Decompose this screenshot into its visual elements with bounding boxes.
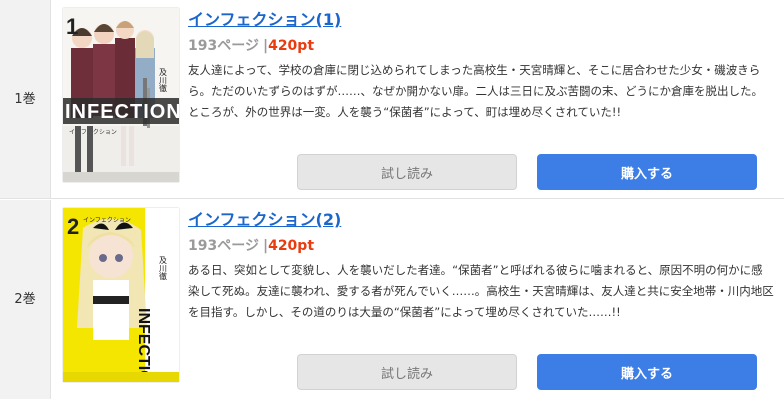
volume-label: 1巻 [14,92,36,107]
cover-author: 及川徹 [159,68,168,93]
title-link[interactable]: インフェクション(1) [188,6,341,30]
page-count: 193ページ [188,38,259,54]
cover-series-title-jp: インフェクション [83,217,131,224]
trial-read-button[interactable]: 試し読み [297,354,517,390]
price: 420pt [268,238,315,254]
cover-volume-number: 2 [67,214,79,239]
page-count: 193ページ [188,238,259,254]
trial-read-button[interactable]: 試し読み [297,154,517,190]
volume-row: 1巻 INFECTION 1 及川徹 インフェクション(1) 193ページ |4… [0,0,784,199]
cover-series-title: INFECTION [65,101,179,123]
description: ある日、突如として変貌し、人を襲いだした者達。“保菌者”と呼ばれる彼らに噛まれる… [188,263,774,319]
cover-image[interactable]: INFECTION インフェクション 1 及川徹 [63,8,179,182]
volume-label: 2巻 [14,292,36,307]
cover-series-title: INFECTION [135,308,152,382]
buy-button[interactable]: 購入する [537,154,757,190]
price: 420pt [268,38,315,54]
volume-list: 1巻 INFECTION 1 及川徹 インフェクション(1) 193ページ |4… [0,0,784,401]
cover-author: 及川徹 [159,256,168,281]
title-link[interactable]: インフェクション(2) [188,206,341,230]
cover-image[interactable]: INFECTION 2 インフェクション 及川徹 [63,208,179,382]
volume-row: 2巻 INFECTION 2 インフェクション 及川徹 インフェクション(2) … [0,200,784,399]
volume-column: 1巻 [0,0,51,198]
volume-column: 2巻 [0,200,51,399]
meta-info: 193ページ |420pt [188,35,314,55]
description: 友人達によって、学校の倉庫に閉じ込められてしまった高校生・天宮晴輝と、そこに居合… [188,63,763,119]
meta-info: 193ページ |420pt [188,235,314,255]
buy-button[interactable]: 購入する [537,354,757,390]
cover-volume-number: 1 [66,14,78,39]
